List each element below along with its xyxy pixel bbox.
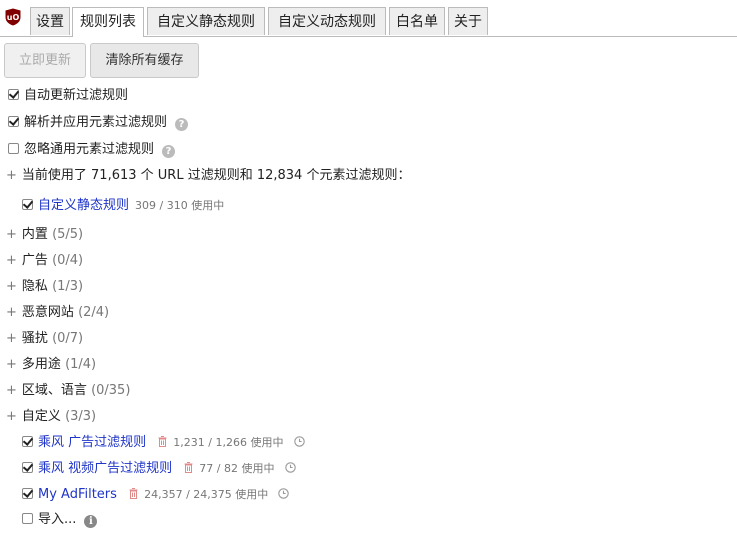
group-row[interactable]: + 区域、语言 (0/35): [6, 381, 130, 401]
expand-icon[interactable]: +: [6, 305, 17, 320]
svg-text:uO: uO: [7, 13, 20, 22]
filter-list-stat: 24,357 / 24,375 使用中: [144, 488, 269, 501]
group-row[interactable]: + 骚扰 (0/7): [6, 329, 83, 349]
import-label: 导入...: [38, 512, 77, 527]
expand-icon[interactable]: +: [6, 253, 17, 268]
purge-cache-button[interactable]: 清除所有缓存: [90, 43, 199, 78]
group-count: (1/4): [65, 357, 97, 372]
filter-list-item[interactable]: 乘风 广告过滤规则 1,231 / 1,266 使用中: [22, 433, 305, 453]
expand-icon[interactable]: +: [6, 227, 17, 242]
expand-icon[interactable]: +: [6, 168, 17, 183]
tab-my-rules[interactable]: 自定义动态规则: [268, 7, 386, 35]
group-count: (2/4): [78, 305, 110, 320]
filter-list-checkbox[interactable]: [22, 462, 33, 473]
group-name: 恶意网站: [21, 305, 74, 320]
group-name: 多用途: [21, 357, 61, 372]
clock-icon: [284, 462, 296, 473]
filter-list-link[interactable]: 乘风 广告过滤规则: [38, 435, 146, 450]
group-row[interactable]: + 隐私 (1/3): [6, 277, 83, 297]
filter-list-stat: 1,231 / 1,266 使用中: [173, 436, 284, 449]
clock-icon: [293, 436, 305, 447]
trash-icon[interactable]: [184, 462, 193, 473]
update-now-button[interactable]: 立即更新: [4, 43, 86, 78]
expand-icon[interactable]: +: [6, 331, 17, 346]
parse-cosmetic-checkbox[interactable]: [8, 116, 19, 127]
tab-about[interactable]: 关于: [448, 7, 488, 35]
group-row[interactable]: + 广告 (0/4): [6, 251, 83, 271]
group-count: (0/35): [91, 383, 131, 398]
user-filters-stat: 309 / 310 使用中: [135, 199, 225, 212]
clock-icon: [278, 488, 290, 499]
user-filters-checkbox[interactable]: [22, 199, 33, 210]
summary-row[interactable]: + 当前使用了 71,613 个 URL 过滤规则和 12,834 个元素过滤规则…: [6, 166, 410, 186]
help-icon[interactable]: ?: [175, 118, 189, 131]
group-count: (3/3): [65, 409, 97, 424]
tab-bar: uO 设置 规则列表 自定义静态规则 自定义动态规则 白名单 关于: [0, 0, 737, 37]
tab-settings[interactable]: 设置: [30, 7, 70, 35]
filter-list-checkbox[interactable]: [22, 436, 33, 447]
info-icon[interactable]: i: [84, 515, 98, 528]
tab-whitelist[interactable]: 白名单: [389, 7, 445, 35]
auto-update-label: 自动更新过滤规则: [24, 88, 129, 103]
group-name: 区域、语言: [21, 383, 87, 398]
trash-icon[interactable]: [129, 488, 138, 499]
group-count: (1/3): [52, 279, 84, 294]
import-item[interactable]: 导入... i: [22, 510, 98, 530]
filter-list-link[interactable]: My AdFilters: [38, 487, 117, 502]
ignore-generic-label: 忽略通用元素过滤规则: [24, 142, 155, 157]
group-name: 自定义: [21, 409, 61, 424]
ignore-generic-option[interactable]: 忽略通用元素过滤规则?: [8, 140, 176, 160]
group-name: 内置: [21, 227, 48, 242]
expand-icon[interactable]: +: [6, 279, 17, 294]
group-name: 隐私: [21, 279, 48, 294]
filter-list-checkbox[interactable]: [22, 488, 33, 499]
group-name: 广告: [21, 253, 48, 268]
user-filters-link[interactable]: 自定义静态规则: [38, 198, 129, 213]
trash-icon[interactable]: [158, 436, 167, 447]
group-row[interactable]: + 恶意网站 (2/4): [6, 303, 109, 323]
group-row[interactable]: + 多用途 (1/4): [6, 355, 96, 375]
tab-filter-lists[interactable]: 规则列表: [72, 7, 144, 37]
tab-my-filters[interactable]: 自定义静态规则: [147, 7, 265, 35]
expand-icon[interactable]: +: [6, 383, 17, 398]
user-filters-item[interactable]: 自定义静态规则 309 / 310 使用中: [22, 196, 224, 216]
group-name: 骚扰: [21, 331, 48, 346]
group-count: (5/5): [52, 227, 84, 242]
group-row[interactable]: + 内置 (5/5): [6, 225, 83, 245]
help-icon[interactable]: ?: [162, 145, 176, 158]
ublock-logo-icon: uO: [5, 8, 21, 26]
parse-cosmetic-option[interactable]: 解析并应用元素过滤规则?: [8, 113, 189, 133]
import-checkbox[interactable]: [22, 513, 33, 524]
ignore-generic-checkbox[interactable]: [8, 143, 19, 154]
expand-icon[interactable]: +: [6, 409, 17, 424]
parse-cosmetic-label: 解析并应用元素过滤规则: [24, 115, 168, 130]
group-count: (0/4): [52, 253, 84, 268]
filter-list-stat: 77 / 82 使用中: [199, 462, 275, 475]
auto-update-checkbox[interactable]: [8, 89, 19, 100]
filter-list-link[interactable]: 乘风 视频广告过滤规则: [38, 461, 172, 476]
group-count: (0/7): [52, 331, 84, 346]
summary-text: 当前使用了 71,613 个 URL 过滤规则和 12,834 个元素过滤规则：: [21, 168, 411, 183]
auto-update-option[interactable]: 自动更新过滤规则: [8, 86, 128, 106]
filter-list-item[interactable]: 乘风 视频广告过滤规则 77 / 82 使用中: [22, 459, 296, 479]
filter-list-item[interactable]: My AdFilters 24,357 / 24,375 使用中: [22, 485, 290, 505]
group-row[interactable]: + 自定义 (3/3): [6, 407, 96, 427]
expand-icon[interactable]: +: [6, 357, 17, 372]
